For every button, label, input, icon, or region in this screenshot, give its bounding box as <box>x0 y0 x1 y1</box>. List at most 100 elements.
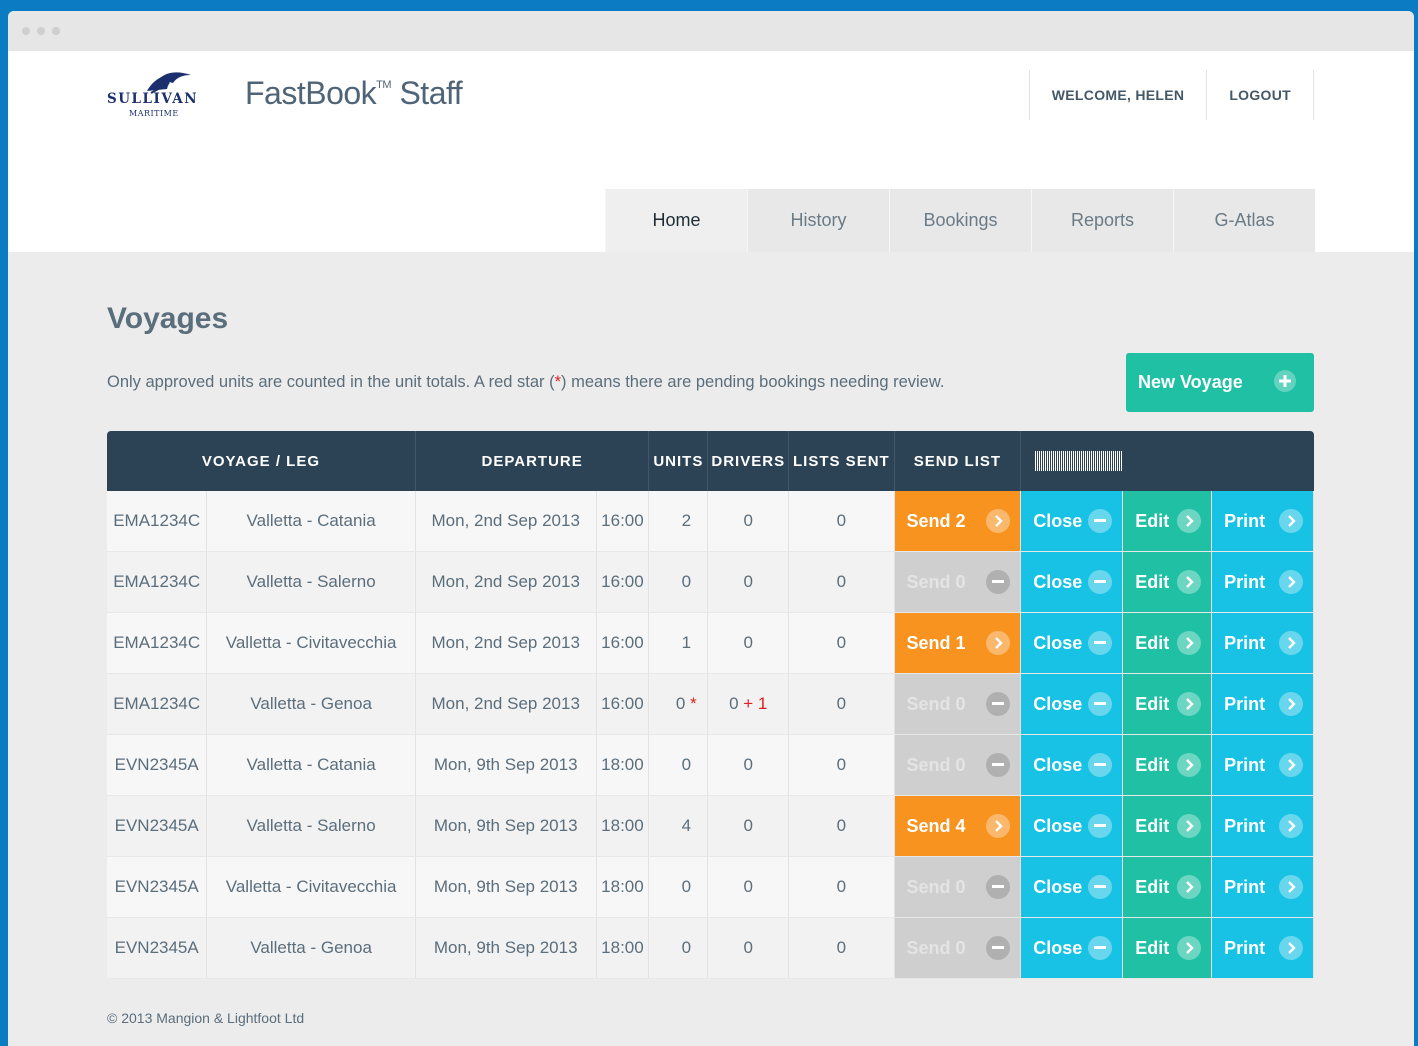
edit-button[interactable]: Edit <box>1123 491 1212 551</box>
departure-date: Mon, 2nd Sep 2013 <box>415 491 597 552</box>
edit-label: Edit <box>1135 876 1170 897</box>
edit-label: Edit <box>1135 937 1170 958</box>
close-cell: Close <box>1020 673 1124 735</box>
voyage-leg: Valletta - Genoa <box>206 917 416 979</box>
edit-button[interactable]: Edit <box>1123 674 1212 734</box>
lists-sent: 0 <box>788 917 895 979</box>
edit-cell: Edit <box>1122 917 1213 979</box>
drivers-cell: 0 <box>707 734 790 796</box>
tab-home[interactable]: Home <box>605 189 747 252</box>
print-label: Print <box>1224 693 1266 714</box>
close-label: Close <box>1033 571 1083 592</box>
edit-button[interactable]: Edit <box>1123 552 1212 612</box>
minus-icon <box>986 753 1011 777</box>
print-button[interactable]: Print <box>1212 552 1313 612</box>
window-zoom-dot[interactable] <box>52 27 60 35</box>
logout-link[interactable]: LOGOUT <box>1206 70 1314 120</box>
chevron-right-icon <box>1279 692 1303 716</box>
print-button[interactable]: Print <box>1212 857 1313 917</box>
drivers-cell: 0 <box>707 856 790 918</box>
window-minimize-dot[interactable] <box>37 27 45 35</box>
close-button[interactable]: Close <box>1021 552 1123 612</box>
company-logo[interactable]: SULLIVAN MARITIME <box>107 69 231 121</box>
lists-sent: 0 <box>788 612 895 674</box>
edit-button[interactable]: Edit <box>1123 613 1212 673</box>
edit-button[interactable]: Edit <box>1123 857 1212 917</box>
edit-cell: Edit <box>1122 734 1213 796</box>
send-list-button[interactable]: Send 4 <box>894 796 1021 856</box>
voyage-leg: Valletta - Salerno <box>206 795 416 857</box>
edit-label: Edit <box>1135 815 1170 836</box>
voyage-code: EMA1234C <box>107 551 208 613</box>
voyage-code: EVN2345A <box>107 734 208 796</box>
chevron-right-icon <box>1177 631 1202 655</box>
minus-icon <box>986 875 1011 899</box>
chevron-right-icon <box>1177 692 1202 716</box>
tab-history[interactable]: History <box>747 189 889 252</box>
edit-button[interactable]: Edit <box>1123 735 1212 795</box>
chevron-right-icon <box>986 631 1011 655</box>
header-drivers: DRIVERS <box>707 431 790 491</box>
edit-button[interactable]: Edit <box>1123 918 1212 978</box>
departure-time: 18:00 <box>596 795 650 857</box>
site-header: SULLIVAN MARITIME FastBookTM Staff WELCO… <box>8 51 1414 252</box>
close-button[interactable]: Close <box>1021 918 1123 978</box>
tab-reports[interactable]: Reports <box>1031 189 1173 252</box>
info-text-post: ) means there are pending bookings needi… <box>561 373 945 391</box>
new-voyage-button[interactable]: New Voyage <box>1126 353 1314 412</box>
units-cell: 0 * <box>648 673 709 735</box>
table-row: EMA1234C Valletta - Civitavecchia Mon, 2nd… <box>107 612 1314 674</box>
chevron-right-icon <box>1279 509 1303 533</box>
trademark-mark: TM <box>376 79 392 92</box>
tab-g-atlas[interactable]: G-Atlas <box>1173 189 1315 252</box>
print-button[interactable]: Print <box>1212 491 1313 551</box>
send-list-button[interactable]: Send 1 <box>894 613 1021 673</box>
app-title: FastBookTM Staff <box>245 75 463 112</box>
drivers-count: 0 <box>743 511 753 530</box>
info-text: Only approved units are counted in the u… <box>107 373 944 392</box>
send-cell: Send 4 <box>894 795 1022 857</box>
units-count: 0 <box>681 755 692 774</box>
print-button[interactable]: Print <box>1212 735 1313 795</box>
minus-icon <box>1088 936 1113 960</box>
print-button[interactable]: Print <box>1212 796 1313 856</box>
logo-subtitle: MARITIME <box>129 109 179 118</box>
edit-cell: Edit <box>1122 491 1213 552</box>
close-label: Close <box>1033 876 1083 897</box>
send-list-button: Send 0 <box>894 918 1021 978</box>
send-cell: Send 2 <box>894 491 1022 552</box>
window-close-dot[interactable] <box>22 27 30 35</box>
drivers-cell: 0 <box>707 491 790 552</box>
chevron-right-icon <box>1177 509 1202 533</box>
voyage-code: EVN2345A <box>107 795 208 857</box>
voyage-leg: Valletta - Catania <box>206 491 416 552</box>
units-count: 1 <box>681 633 692 652</box>
units-cell: 2 <box>648 491 709 552</box>
departure-date: Mon, 2nd Sep 2013 <box>415 673 597 735</box>
close-button[interactable]: Close <box>1021 491 1123 551</box>
minus-icon <box>1088 814 1113 838</box>
edit-button[interactable]: Edit <box>1123 796 1212 856</box>
print-button[interactable]: Print <box>1212 918 1313 978</box>
table-row: EVN2345A Valletta - Genoa Mon, 9th Sep 201… <box>107 917 1314 979</box>
send-cell: Send 0 <box>894 856 1022 918</box>
send-list-button[interactable]: Send 2 <box>894 491 1021 551</box>
print-cell: Print <box>1211 856 1314 918</box>
chevron-right-icon <box>1279 570 1303 594</box>
close-button[interactable]: Close <box>1021 674 1123 734</box>
print-button[interactable]: Print <box>1212 674 1313 734</box>
departure-date: Mon, 9th Sep 2013 <box>415 856 597 918</box>
tab-bookings[interactable]: Bookings <box>889 189 1031 252</box>
send-label: Send 1 <box>906 632 966 653</box>
close-button[interactable]: Close <box>1021 613 1123 673</box>
close-button[interactable]: Close <box>1021 857 1123 917</box>
footer-copyright: © 2013 Mangion & Lightfoot Ltd <box>107 1010 305 1026</box>
welcome-link[interactable]: WELCOME, HELEN <box>1028 70 1207 120</box>
voyage-leg: Valletta - Genoa <box>206 673 416 735</box>
close-button[interactable]: Close <box>1021 735 1123 795</box>
close-button[interactable]: Close <box>1021 796 1123 856</box>
browser-window: SULLIVAN MARITIME FastBookTM Staff WELCO… <box>8 11 1414 1046</box>
chevron-right-icon <box>986 509 1011 533</box>
print-button[interactable]: Print <box>1212 613 1313 673</box>
print-cell: Print <box>1211 917 1314 979</box>
